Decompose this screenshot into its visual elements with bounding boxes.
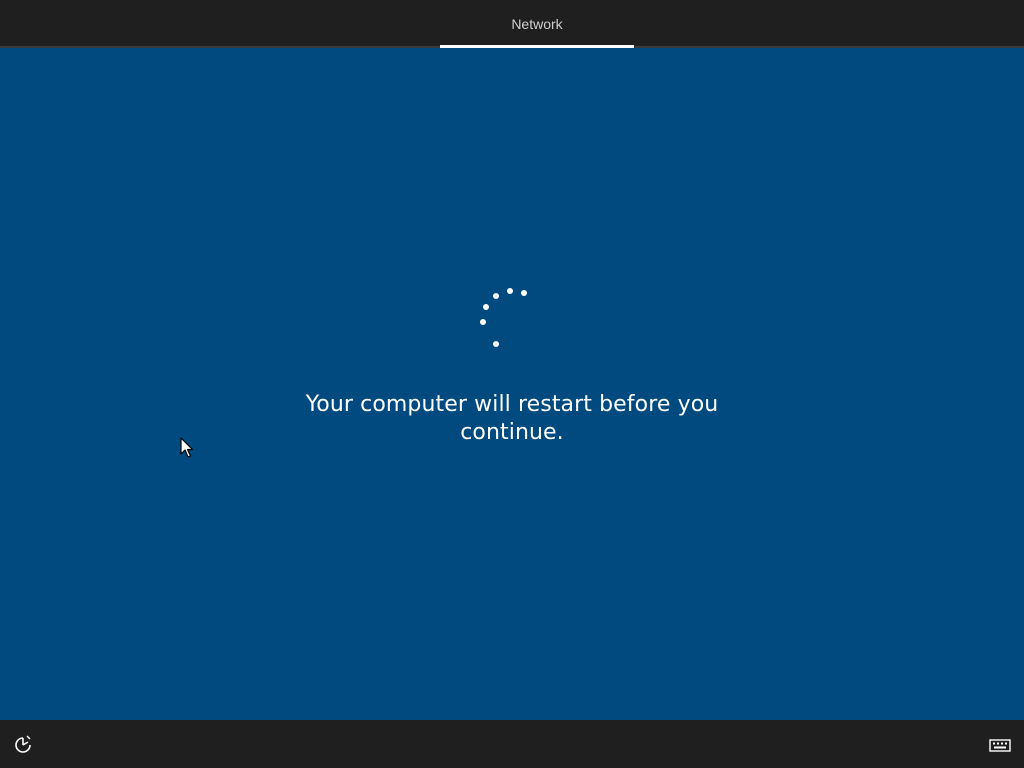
keyboard-icon[interactable] (988, 734, 1012, 756)
spinner-dot (480, 319, 486, 325)
tab-network: Network (511, 16, 563, 32)
main-content (0, 48, 1024, 720)
spinner-dot (493, 293, 499, 299)
footer-bar (0, 720, 1024, 768)
spinner-dot (521, 290, 527, 296)
oobe-screen: Network Your computer will restart befor… (0, 0, 1024, 768)
spinner-dot (507, 288, 513, 294)
header-bar: Network (0, 0, 1024, 48)
ease-of-access-icon[interactable] (12, 734, 34, 756)
mouse-pointer-icon (180, 437, 194, 458)
spinner-dot (493, 341, 499, 347)
loading-spinner-icon (480, 288, 527, 347)
restart-message: Your computer will restart before you co… (305, 392, 719, 445)
spinner-dot (483, 304, 489, 310)
